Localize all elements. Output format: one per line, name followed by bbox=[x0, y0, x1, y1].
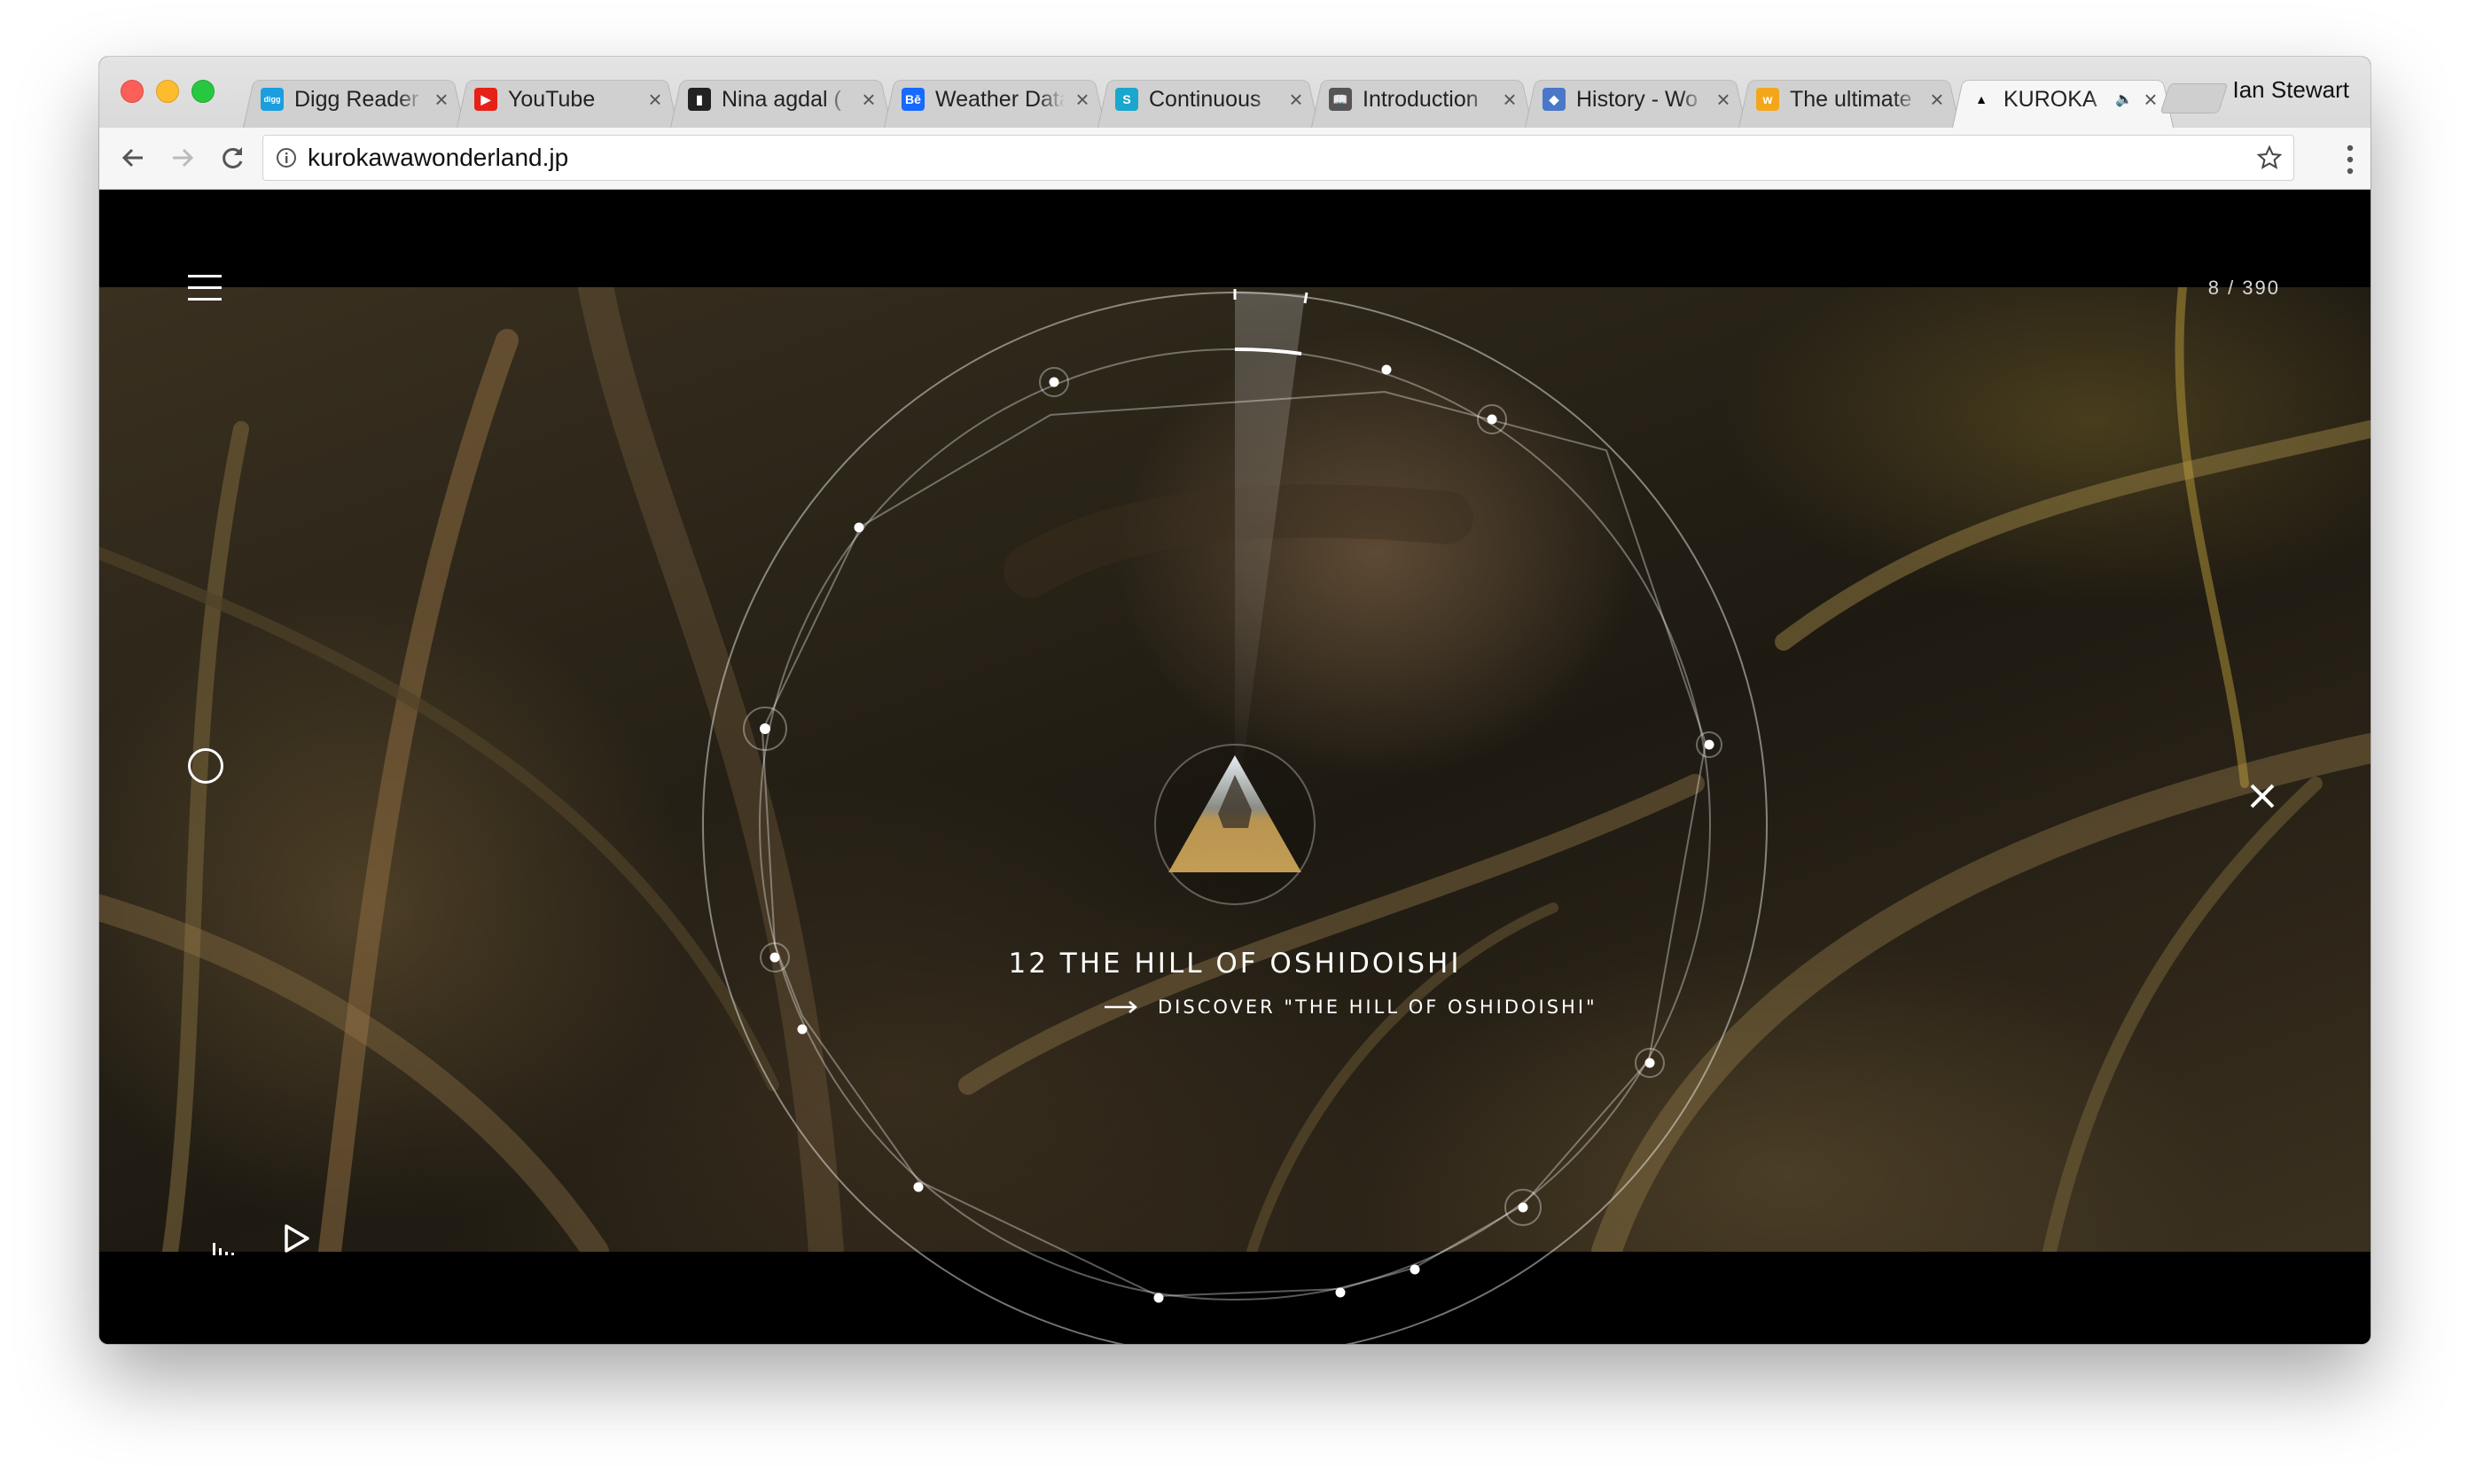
audio-playing-icon[interactable]: 🔈 bbox=[2115, 90, 2133, 108]
tab-title: KUROKA bbox=[2003, 86, 2097, 112]
reload-button[interactable] bbox=[215, 140, 250, 176]
tab-title: Nina agdal ( bbox=[722, 86, 841, 112]
window-minimize-button[interactable] bbox=[156, 80, 179, 103]
browser-toolbar: kurokawawonderland.jp bbox=[99, 128, 2370, 190]
browser-tab[interactable]: Bē Weather Data × bbox=[884, 71, 1105, 128]
discover-link[interactable]: DISCOVER "THE HILL OF OSHIDOISHI" bbox=[1105, 996, 1597, 1018]
tab-close-icon[interactable]: × bbox=[2140, 86, 2161, 113]
page-viewport: 8 / 390 12 THE HILL OF OSHIDOISHI DISCOV… bbox=[99, 190, 2370, 1344]
youtube-icon: ▶ bbox=[474, 88, 497, 111]
address-bar[interactable]: kurokawawonderland.jp bbox=[262, 135, 2294, 181]
behance-icon: Bē bbox=[902, 88, 925, 111]
browser-tab[interactable]: ◆ History - Wo × bbox=[1525, 71, 1746, 128]
url-text: kurokawawonderland.jp bbox=[308, 144, 569, 171]
tab-strip: digg Digg Reader × ▶ YouTube × ▮ Nina agdal (× B… bbox=[243, 71, 2246, 128]
stack-icon: ◆ bbox=[1542, 88, 1566, 111]
tab-title: Digg Reader bbox=[294, 86, 419, 112]
new-tab-button[interactable] bbox=[2160, 83, 2229, 113]
tab-close-icon[interactable]: × bbox=[1713, 86, 1734, 113]
tab-title: Continuous bbox=[1149, 86, 1261, 112]
browser-tab[interactable]: w The ultimate × bbox=[1738, 71, 1960, 128]
tab-title: Introduction bbox=[1363, 86, 1479, 112]
tab-title: History - Wo bbox=[1576, 86, 1699, 112]
info-icon bbox=[277, 148, 296, 168]
browser-tab[interactable]: 📖 Introduction × bbox=[1311, 71, 1533, 128]
title-bar: digg Digg Reader × ▶ YouTube × ▮ Nina agdal (× B… bbox=[99, 57, 2370, 128]
w-icon: w bbox=[1756, 88, 1779, 111]
back-button[interactable] bbox=[115, 140, 151, 176]
chapter-orbit bbox=[702, 289, 1768, 1344]
semaphore-icon: S bbox=[1115, 88, 1138, 111]
browser-tab[interactable]: ▶ YouTube × bbox=[457, 71, 678, 128]
triangle-icon: ▲ bbox=[1975, 92, 1988, 106]
browser-tab[interactable]: ▲ KUROKA 🔈 × bbox=[1952, 71, 2174, 128]
forward-arrow-icon bbox=[173, 148, 194, 168]
book-icon: 📖 bbox=[1329, 88, 1352, 111]
bookmark-icon: ▮ bbox=[688, 88, 711, 111]
window-close-button[interactable] bbox=[121, 80, 144, 103]
browser-window: digg Digg Reader × ▶ YouTube × ▮ Nina agdal (× B… bbox=[99, 57, 2370, 1344]
tab-close-icon[interactable]: × bbox=[431, 86, 452, 113]
tab-close-icon[interactable]: × bbox=[1072, 86, 1093, 113]
window-maximize-button[interactable] bbox=[191, 80, 215, 103]
back-arrow-icon bbox=[121, 148, 143, 168]
tab-title: The ultimate bbox=[1790, 86, 1912, 112]
tab-close-icon[interactable]: × bbox=[858, 86, 879, 113]
browser-menu-icon[interactable] bbox=[2346, 144, 2355, 176]
tab-close-icon[interactable]: × bbox=[1285, 86, 1307, 113]
tab-close-icon[interactable]: × bbox=[644, 86, 666, 113]
bookmark-star-icon[interactable] bbox=[2256, 144, 2283, 171]
reload-icon bbox=[223, 147, 243, 168]
tab-close-icon[interactable]: × bbox=[1499, 86, 1520, 113]
digg-icon: digg bbox=[261, 88, 284, 111]
orbit-marker-indicator bbox=[1303, 292, 1308, 304]
tab-title: YouTube bbox=[508, 86, 596, 112]
discover-label: DISCOVER "THE HILL OF OSHIDOISHI" bbox=[1158, 996, 1597, 1018]
browser-tab[interactable]: digg Digg Reader × bbox=[243, 71, 465, 128]
forward-button[interactable] bbox=[165, 140, 200, 176]
right-arrow-icon bbox=[1105, 1001, 1137, 1013]
browser-tab[interactable]: S Continuous × bbox=[1097, 71, 1319, 128]
direction-beam bbox=[1235, 291, 1305, 824]
tab-title: Weather Data bbox=[935, 86, 1065, 112]
browser-tab[interactable]: ▮ Nina agdal ( × bbox=[670, 71, 892, 128]
tab-close-icon[interactable]: × bbox=[1926, 86, 1948, 113]
chapter-title: 12 THE HILL OF OSHIDOISHI bbox=[1008, 948, 1462, 980]
chapter-caption: 12 THE HILL OF OSHIDOISHI bbox=[99, 948, 2370, 980]
profile-name[interactable]: Ian Stewart bbox=[2232, 76, 2349, 104]
